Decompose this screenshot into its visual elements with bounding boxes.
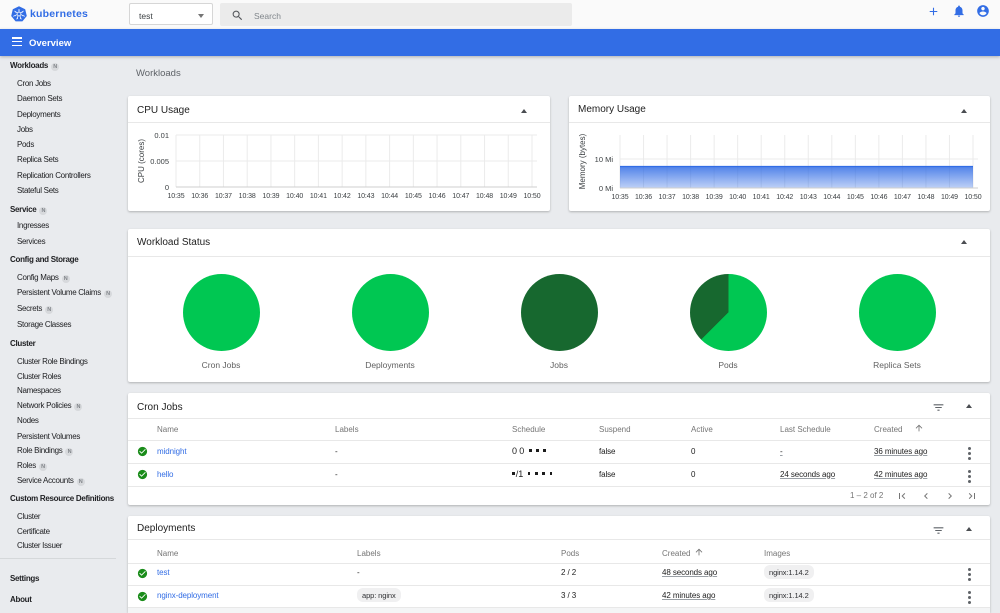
svg-text:10:47: 10:47 (894, 194, 911, 201)
svg-text:10:47: 10:47 (452, 193, 469, 200)
svg-text:CPU (cores): CPU (cores) (137, 139, 146, 183)
svg-text:0.005: 0.005 (150, 157, 169, 166)
svg-text:10 Mi: 10 Mi (595, 155, 614, 164)
svg-text:10:35: 10:35 (167, 193, 184, 200)
svg-text:10:43: 10:43 (357, 193, 374, 200)
svg-text:0.01: 0.01 (154, 131, 169, 140)
svg-text:10:41: 10:41 (753, 194, 770, 201)
svg-text:10:49: 10:49 (500, 193, 517, 200)
svg-text:10:50: 10:50 (964, 194, 981, 201)
svg-text:10:44: 10:44 (381, 193, 398, 200)
svg-text:10:38: 10:38 (239, 193, 256, 200)
svg-text:10:35: 10:35 (611, 194, 628, 201)
svg-text:10:39: 10:39 (262, 193, 279, 200)
svg-text:10:45: 10:45 (847, 194, 864, 201)
svg-text:10:36: 10:36 (635, 194, 652, 201)
svg-text:10:40: 10:40 (729, 194, 746, 201)
svg-text:10:45: 10:45 (405, 193, 422, 200)
svg-text:10:37: 10:37 (215, 193, 232, 200)
svg-text:0: 0 (165, 183, 169, 192)
svg-text:10:39: 10:39 (706, 194, 723, 201)
svg-text:10:48: 10:48 (917, 194, 934, 201)
svg-text:10:38: 10:38 (682, 194, 699, 201)
svg-text:10:48: 10:48 (476, 193, 493, 200)
svg-text:10:37: 10:37 (659, 194, 676, 201)
svg-text:10:50: 10:50 (523, 193, 540, 200)
svg-text:10:42: 10:42 (776, 194, 793, 201)
svg-text:10:46: 10:46 (429, 193, 446, 200)
svg-text:10:44: 10:44 (823, 194, 840, 201)
svg-text:10:49: 10:49 (941, 194, 958, 201)
svg-text:10:40: 10:40 (286, 193, 303, 200)
svg-text:10:36: 10:36 (191, 193, 208, 200)
svg-text:0 Mi: 0 Mi (599, 184, 614, 193)
svg-text:10:46: 10:46 (870, 194, 887, 201)
svg-text:10:42: 10:42 (334, 193, 351, 200)
svg-text:10:41: 10:41 (310, 193, 327, 200)
svg-text:Memory (bytes): Memory (bytes) (578, 133, 587, 189)
svg-text:10:43: 10:43 (800, 194, 817, 201)
